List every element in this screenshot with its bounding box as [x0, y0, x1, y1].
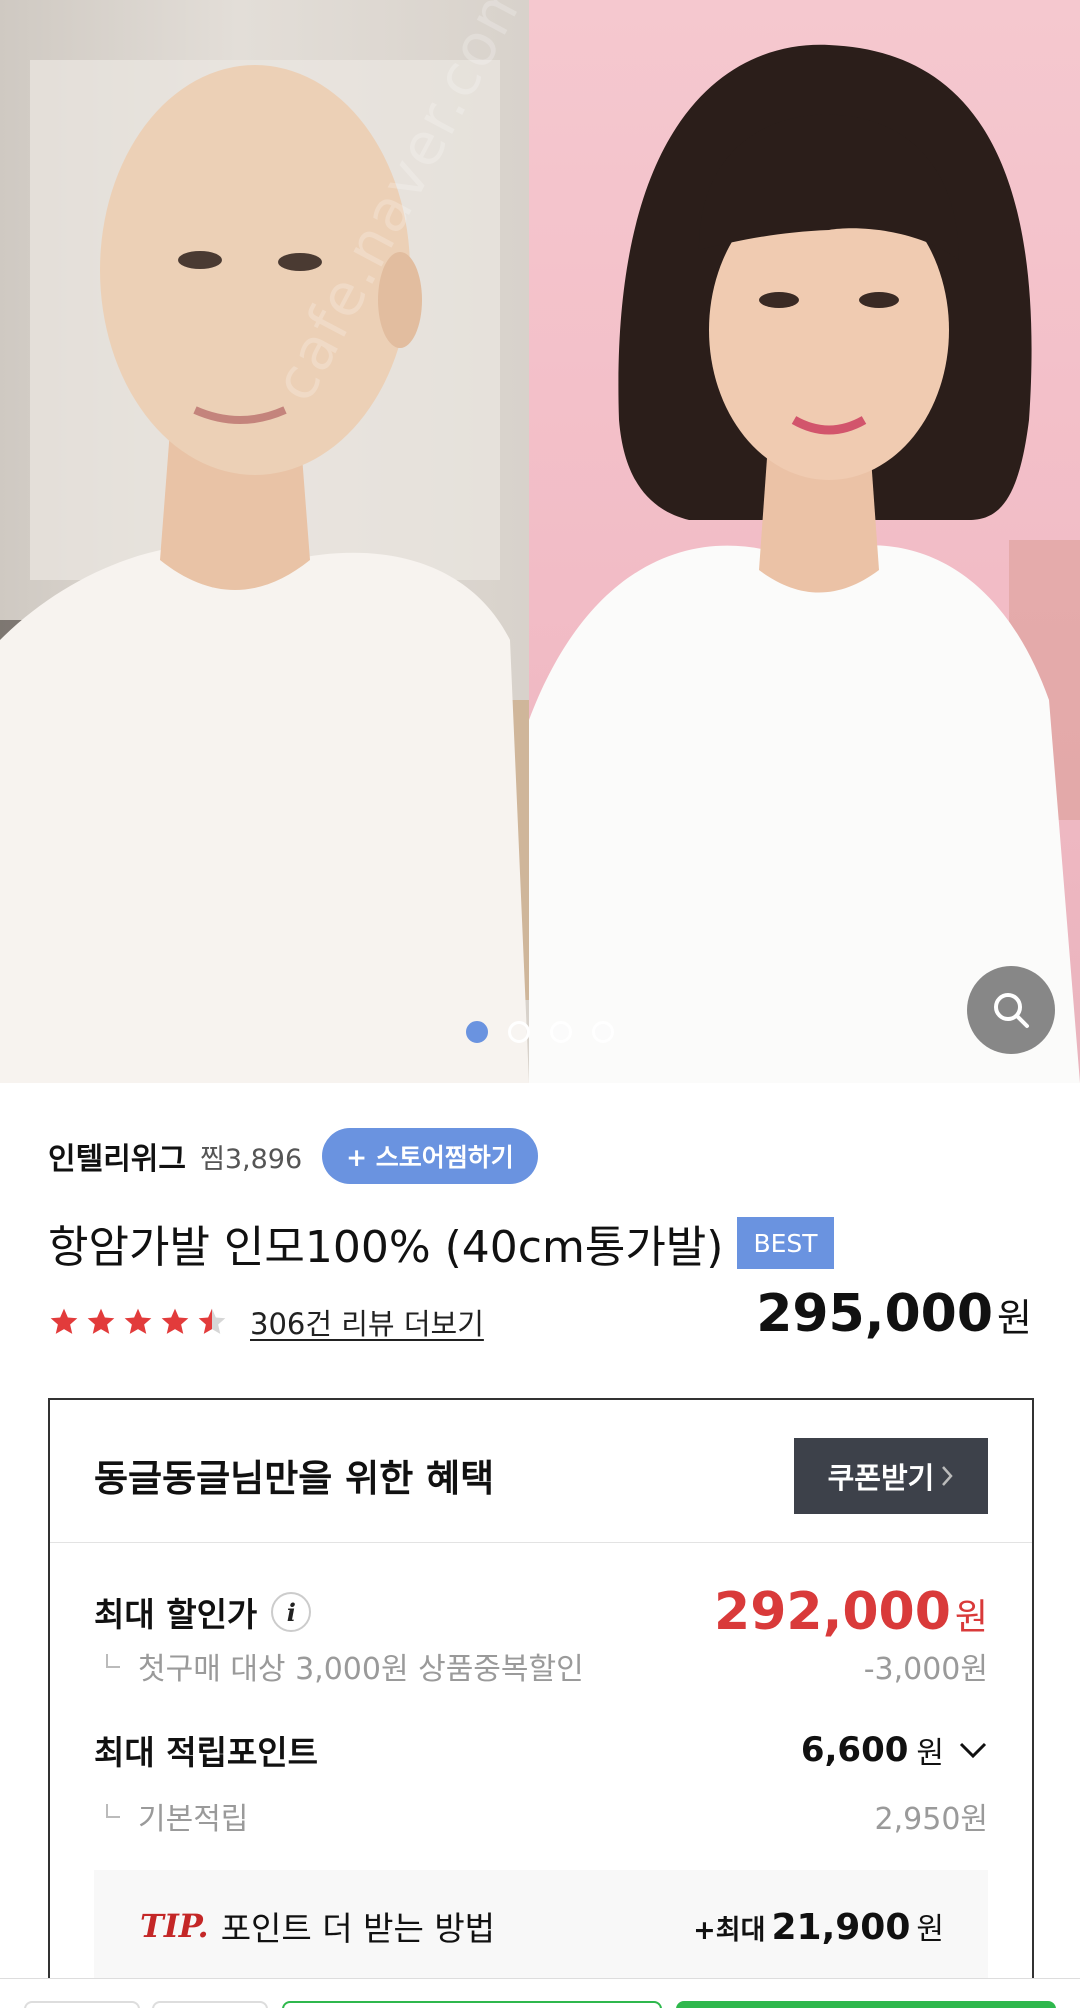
reviews-link[interactable]: 306건 리뷰 더보기 [250, 1301, 484, 1343]
carousel-dot[interactable] [466, 1021, 488, 1043]
tip-unit: 원 [916, 1912, 944, 1947]
star-icon [87, 1308, 115, 1334]
bottom-bar-button[interactable] [24, 2001, 140, 2008]
star-icon [50, 1308, 78, 1334]
tip-value: 21,900 [771, 1907, 911, 1948]
product-photo-after [529, 0, 1080, 1083]
buy-button[interactable] [676, 2001, 1056, 2008]
star-rating [48, 1306, 228, 1338]
benefit-header: 동글동글님만을 위한 혜택 쿠폰받기 [50, 1400, 1032, 1543]
product-title-row: 항암가발 인모100% (40cm통가발) BEST [48, 1210, 834, 1276]
max-points-row[interactable]: 최대 적립포인트 6,600 원 [94, 1726, 988, 1774]
info-icon[interactable]: i [271, 1592, 312, 1632]
chevron-down-icon [959, 1742, 987, 1759]
product-price: 295,000 원 [756, 1284, 1032, 1344]
points-tip-box[interactable]: TIP. 포인트 더 받는 방법 +최대 21,900 원 [94, 1870, 988, 1982]
bottom-bar-button[interactable] [152, 2001, 268, 2008]
tip-text: 포인트 더 받는 방법 [220, 1909, 496, 1948]
store-like-button[interactable]: + 스토어찜하기 [322, 1128, 538, 1184]
coupon-button-label: 쿠폰받기 [827, 1461, 935, 1495]
discount-unit: 원 [954, 1597, 988, 1638]
first-purchase-value: -3,000원 [863, 1652, 988, 1687]
max-points-value[interactable]: 6,600 원 [801, 1728, 988, 1772]
rating-row: 306건 리뷰 더보기 [48, 1296, 484, 1348]
first-purchase-row: 첫구매 대상 3,000원 상품중복할인 -3,000원 [94, 1644, 988, 1688]
store-like-count: 찜3,896 [200, 1143, 303, 1175]
get-coupon-button[interactable]: 쿠폰받기 [794, 1438, 988, 1514]
tip-prefix: +최대 [693, 1915, 766, 1946]
basic-points-row: 기본적립 2,950원 [94, 1794, 988, 1838]
star-icon [161, 1308, 189, 1334]
max-discount-label: 최대 할인가 [94, 1595, 258, 1634]
max-discount-row: 최대 할인가 i 292,000 원 [94, 1582, 988, 1642]
cart-button[interactable] [282, 2001, 662, 2008]
star-icon [124, 1308, 152, 1334]
max-discount-price: 292,000 원 [714, 1582, 988, 1642]
image-zoom-button[interactable] [967, 966, 1055, 1054]
basic-points-label: 기본적립 [138, 1802, 249, 1837]
product-image-carousel[interactable]: cafe.naver.com/joonggonara [0, 0, 1080, 1083]
price-unit: 원 [997, 1296, 1032, 1340]
price-value: 295,000 [756, 1284, 994, 1344]
half-star-icon [198, 1308, 226, 1334]
points-unit: 원 [916, 1736, 944, 1771]
carousel-dot[interactable] [592, 1021, 614, 1043]
chevron-right-icon [942, 1466, 954, 1486]
product-title: 항암가발 인모100% (40cm통가발) [48, 1222, 724, 1273]
store-info: 인텔리위그 찜3,896 + 스토어찜하기 [48, 1128, 538, 1184]
bottom-action-bar [0, 1978, 1080, 2008]
first-purchase-label: 첫구매 대상 3,000원 상품중복할인 [138, 1652, 584, 1687]
carousel-dot[interactable] [550, 1021, 572, 1043]
benefit-title: 동글동글님만을 위한 혜택 [94, 1457, 495, 1500]
sub-item-marker [106, 1654, 120, 1668]
discount-value: 292,000 [714, 1582, 951, 1642]
max-points-label: 최대 적립포인트 [94, 1733, 319, 1772]
store-name[interactable]: 인텔리위그 [48, 1134, 186, 1178]
member-benefit-box: 동글동글님만을 위한 혜택 쿠폰받기 최대 할인가 i 292,000 원 첫구… [48, 1398, 1034, 2008]
search-icon [994, 993, 1029, 1028]
points-value: 6,600 [800, 1730, 909, 1770]
tip-label: TIP. [140, 1907, 209, 1945]
best-badge: BEST [737, 1217, 834, 1269]
carousel-dot[interactable] [508, 1021, 530, 1043]
basic-points-value: 2,950원 [874, 1802, 988, 1837]
carousel-pagination[interactable] [0, 1021, 1080, 1043]
sub-item-marker [106, 1804, 120, 1818]
